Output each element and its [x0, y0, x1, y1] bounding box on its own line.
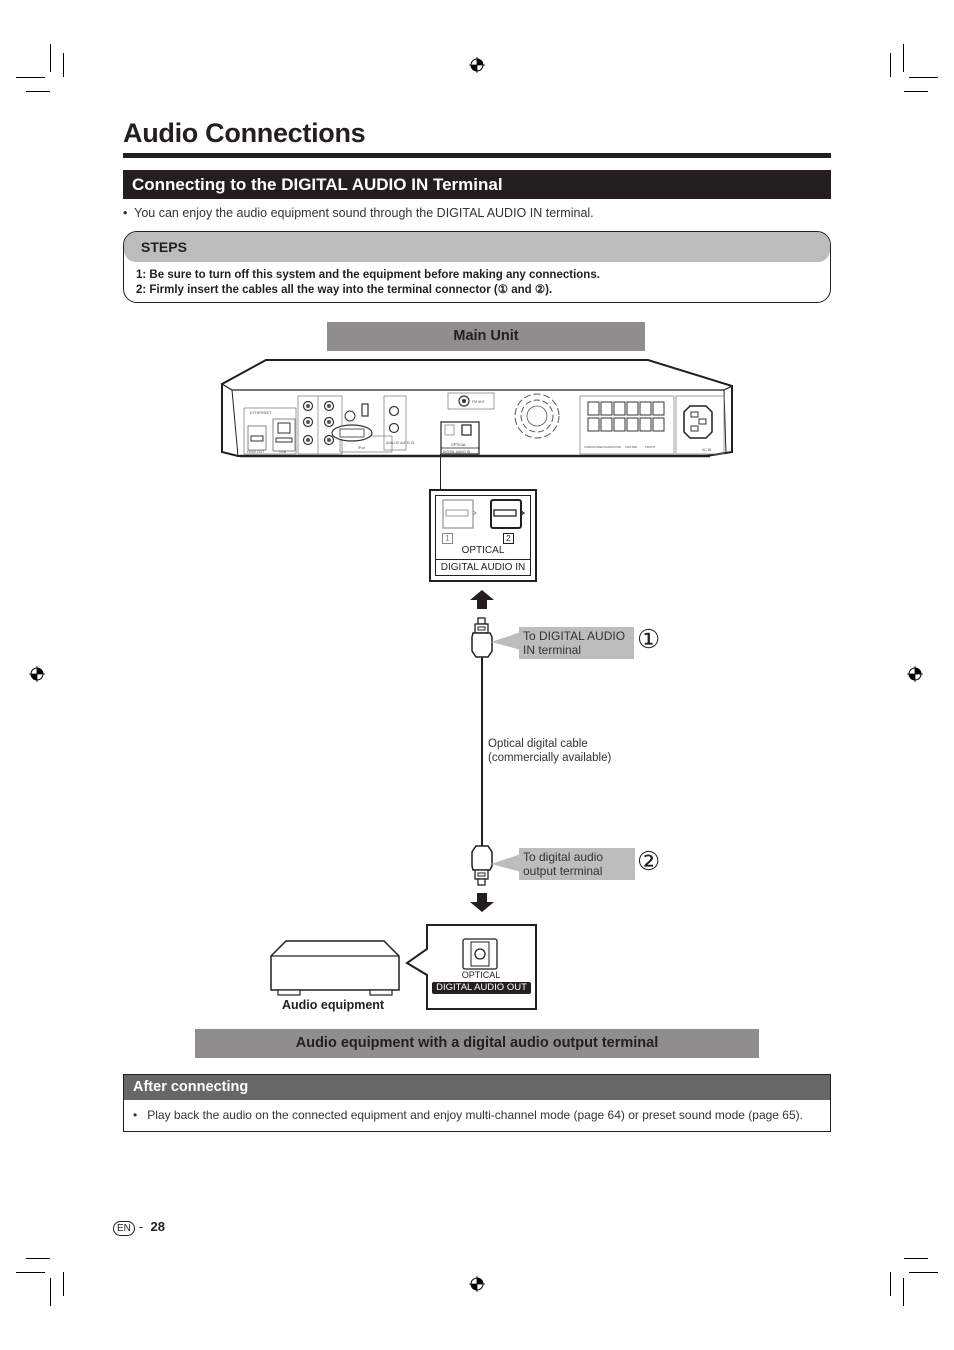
steps-list: 1: Be sure to turn off this system and t… — [124, 262, 830, 297]
after-connecting-heading: After connecting — [124, 1075, 830, 1100]
title-rule — [123, 153, 831, 158]
step-item: 1: Be sure to turn off this system and t… — [136, 269, 600, 281]
page-number: 28 — [150, 1219, 165, 1234]
zoom-pointer-line — [440, 454, 441, 492]
callout-1-line2: IN terminal — [523, 643, 582, 657]
intro-text: You can enjoy the audio equipment sound … — [134, 206, 594, 220]
crop-mark — [50, 1278, 51, 1306]
optical-label: OPTICAL — [461, 545, 505, 556]
callout-digital-audio-out: To digital audio output terminal — [519, 848, 635, 880]
crop-mark — [63, 1272, 64, 1296]
intro-bullet: • You can enjoy the audio equipment soun… — [123, 206, 594, 220]
registration-mark-icon — [907, 666, 923, 682]
bullet-char: • — [133, 1108, 138, 1122]
audio-equipment-icon — [270, 940, 400, 996]
steps-heading: STEPS — [124, 232, 830, 262]
callout-2-line1: To digital audio — [523, 850, 604, 864]
audio-equipment-caption: Audio equipment with a digital audio out… — [195, 1029, 759, 1058]
port-number-1: 1 — [442, 533, 453, 544]
optical-cable-line — [481, 657, 483, 847]
crop-mark — [890, 53, 891, 77]
arrow-down-icon — [470, 893, 494, 912]
rear-label-ac-in: AC IN — [702, 448, 712, 452]
digital-audio-in-label: DIGITAL AUDIO IN — [440, 562, 526, 573]
rear-label-digital-in: DIGITAL AUDIO IN — [443, 450, 471, 454]
crop-mark — [909, 77, 938, 78]
page-footer: EN - 28 — [113, 1219, 165, 1236]
callout-digital-audio-in: To DIGITAL AUDIO IN terminal — [519, 627, 634, 659]
crop-mark — [16, 1272, 45, 1273]
cable-line2: (commercially available) — [488, 752, 612, 764]
crop-mark — [903, 44, 904, 72]
step-number-2: ② — [637, 846, 661, 876]
rear-label-fm: FM ANT — [472, 400, 486, 404]
port-number-2: 2 — [503, 533, 514, 544]
audio-equipment-label: Audio equipment — [282, 998, 385, 1012]
step-number-1: ① — [637, 624, 661, 654]
crop-mark — [26, 1258, 50, 1259]
registration-mark-icon — [469, 1276, 485, 1292]
optical-out-label: OPTICAL — [461, 970, 501, 980]
steps-box: STEPS 1: Be sure to turn off this system… — [123, 231, 831, 303]
crop-mark — [63, 53, 64, 77]
crop-mark — [904, 1258, 928, 1259]
digital-audio-out-label: DIGITAL AUDIO OUT — [432, 982, 531, 994]
rear-label-ipod: iPod — [358, 446, 365, 450]
rear-label-ethernet: ETHERNET — [250, 410, 272, 415]
registration-mark-icon — [469, 57, 485, 73]
rear-label-center: CENTER — [625, 445, 638, 449]
after-connecting-bullet: • Play back the audio on the connected e… — [124, 1100, 830, 1122]
after-connecting-box: After connecting • Play back the audio o… — [123, 1074, 831, 1132]
optical-port-2-icon — [490, 499, 526, 529]
optical-port-1-icon — [442, 499, 477, 529]
crop-mark — [890, 1272, 891, 1296]
crop-mark — [26, 91, 50, 92]
section-heading: Connecting to the DIGITAL AUDIO IN Termi… — [123, 170, 831, 199]
registration-mark-icon — [29, 666, 45, 682]
callout-2-line2: output terminal — [523, 864, 603, 878]
main-unit-label: Main Unit — [327, 322, 645, 351]
arrow-up-icon — [470, 590, 494, 609]
bullet-char: • — [123, 206, 128, 220]
main-unit-rear-panel: ETHERNET HDMI OUT USB iPod ANALOG AUDIO … — [221, 359, 733, 458]
crop-mark — [904, 91, 928, 92]
rear-label-front: FRONT — [645, 445, 655, 449]
crop-mark — [903, 1278, 904, 1306]
closeup-digital-audio-out-frame — [405, 924, 537, 1010]
rear-label-usb: USB — [279, 450, 287, 454]
step-item: 2: Firmly insert the cables all the way … — [136, 283, 553, 296]
closeup-digital-audio-in: 1 2 OPTICAL DIGITAL AUDIO IN — [429, 489, 537, 582]
crop-mark — [50, 44, 51, 72]
crop-mark — [16, 77, 45, 78]
callout-1-line1: To DIGITAL AUDIO — [523, 629, 626, 643]
rear-label-surround: SURROUND — [604, 445, 622, 449]
rear-label-optical: OPTICAL — [451, 443, 466, 447]
rear-label-subwoofer: SUBWOOFER — [584, 445, 605, 449]
cable-line1: Optical digital cable — [488, 738, 588, 750]
page-title: Audio Connections — [123, 118, 366, 148]
cable-description: Optical digital cable (commercially avai… — [488, 737, 611, 765]
language-badge: EN — [113, 1221, 135, 1236]
after-connecting-text: Play back the audio on the connected equ… — [147, 1108, 803, 1122]
footer-separator: - — [138, 1219, 144, 1234]
rear-label-hdmi: HDMI OUT — [247, 450, 265, 454]
crop-mark — [909, 1272, 938, 1273]
optical-out-port-icon — [462, 938, 498, 970]
rear-label-analog-in: ANALOG AUDIO IN — [386, 441, 415, 445]
